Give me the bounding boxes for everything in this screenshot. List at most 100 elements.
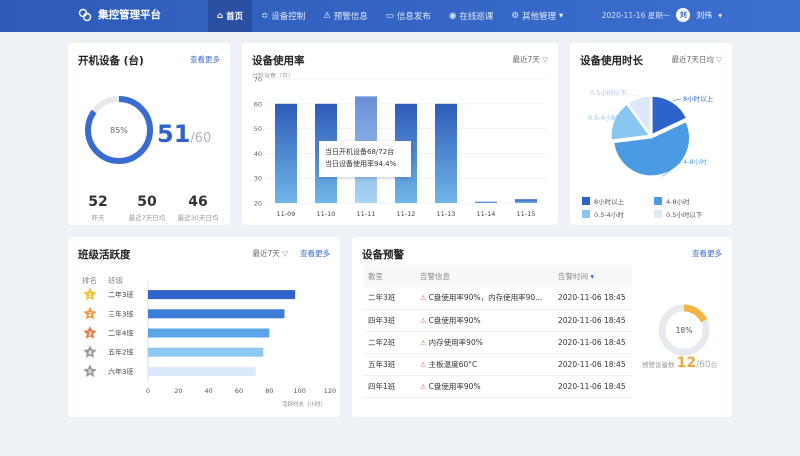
legend-label: 0.5-4小时	[594, 211, 624, 219]
tooltip-line-1: 当日开机设备68/72台	[325, 148, 395, 156]
alarm-time: 2020-11-06 18:45	[554, 287, 632, 310]
y-tick-label: 40	[254, 150, 262, 158]
rank-number: 2	[88, 312, 92, 318]
x-tick-label: 11-13	[437, 210, 456, 218]
rank-number: 3	[88, 331, 92, 337]
alarm-row[interactable]: 五年3班 ⚠ 主板温度60°C 2020-11-06 18:45	[364, 353, 632, 376]
alarm-row[interactable]: 四年1班 ⚠ C盘使用率90% 2020-11-06 18:45	[364, 375, 632, 398]
alarm-time: 2020-11-06 18:45	[554, 353, 632, 376]
filter-icon: ▽	[282, 249, 288, 258]
y-tick-label: 60	[254, 100, 262, 108]
online-count: 51	[157, 120, 190, 148]
gauge-value: 12	[676, 355, 697, 371]
x-axis-label: 活跃时长（小时）	[282, 400, 326, 408]
col-message: 告警信息	[416, 265, 554, 287]
nav-home[interactable]: ⌂ 首页	[208, 0, 253, 32]
sliders-icon: ≎	[261, 11, 269, 21]
brand[interactable]: 集控管理平台	[78, 7, 161, 22]
online-more-link[interactable]: 查看更多	[190, 54, 220, 65]
alarm-row[interactable]: 二年3班 ⚠ C盘使用率90%，内存使用率90... 2020-11-06 18:4…	[364, 287, 632, 310]
alarm-message: ⚠ C盘使用率90%	[416, 375, 554, 398]
x-tick-label: 11-12	[397, 210, 416, 218]
gauge-total: /60	[696, 360, 711, 370]
avatar[interactable]: 刘	[676, 8, 691, 22]
class-activity-bar[interactable]	[148, 328, 270, 338]
class-name-label: 六年3班	[108, 367, 133, 376]
legend-label: 4-8小时	[666, 198, 690, 206]
gear-icon: ⚙	[511, 11, 519, 21]
stat-label: 最近7天日均	[128, 214, 166, 222]
home-icon: ⌂	[217, 11, 224, 21]
col-time-label: 告警时间	[558, 271, 588, 281]
x-tick-label: 0	[146, 387, 150, 395]
usage-bar[interactable]	[435, 103, 457, 203]
usage-bar[interactable]	[275, 103, 297, 203]
filter-icon: ▽	[542, 55, 548, 64]
pie-slice-label: 8小时以上	[683, 94, 714, 103]
nav-warnings-label: 预警信息	[333, 12, 368, 22]
class-name-label: 五年2班	[108, 348, 133, 357]
x-tick-label: 11-09	[277, 210, 296, 218]
header-right: 2020-11-16 星期一 刘 刘伟 ▾	[602, 8, 722, 22]
pie-leader-line	[673, 98, 682, 101]
legend-label: 0.5小时以下	[666, 211, 703, 219]
sort-desc-icon[interactable]: ▾	[590, 272, 594, 281]
legend-item-8h: 8小时以上	[582, 196, 624, 206]
class-activity-bar[interactable]	[148, 309, 285, 319]
caret-down-icon: ▾	[559, 11, 564, 21]
nav-other[interactable]: ⚙ 其他管理 ▾	[502, 0, 572, 32]
alarm-more-link[interactable]: 查看更多	[692, 248, 722, 259]
nav-other-label: 其他管理	[522, 12, 557, 22]
x-tick-label: 11-15	[517, 210, 536, 218]
class-activity-bar-chart: 0 20 40 60 80 100 120 活跃时长（小时） 1 二年3班 2 三年3班 3 二年4班 4 五…	[83, 281, 336, 408]
nav-warnings[interactable]: ⚠ 预警信息	[314, 0, 377, 32]
filter-icon: ▽	[716, 55, 722, 64]
usage-range-filter[interactable]: 最近7天 ▽	[513, 54, 548, 65]
ring-percent: 85%	[110, 126, 128, 135]
alarm-message: ⚠ 内存使用率90%	[416, 331, 554, 354]
alarm-message: ⚠ C盘使用率90%，内存使用率90...	[416, 287, 554, 310]
rank-number: 1	[88, 293, 92, 299]
rank-number: 4	[88, 351, 92, 357]
alarm-message-text: 内存使用率90%	[428, 337, 483, 347]
legend-item-lt-0.5h: 0.5小时以下	[654, 209, 702, 219]
pie-slice-label: 4-8小时	[683, 157, 707, 166]
nav-online-patrol-label: 在线巡课	[459, 12, 494, 22]
alarm-row[interactable]: 四年3班 ⚠ C盘使用率90% 2020-11-06 18:45	[364, 309, 632, 332]
nav-online-patrol[interactable]: ◉ 在线巡课	[440, 0, 502, 32]
warning-icon: ⚠	[420, 294, 427, 303]
rank-number: 5	[88, 370, 92, 376]
alarm-row[interactable]: 二年2班 ⚠ 内存使用率90% 2020-11-06 18:45	[364, 331, 632, 354]
alarm-room: 二年3班	[364, 287, 416, 310]
x-tick-label: 60	[235, 387, 243, 395]
nav-device-control-label: 设备控制	[271, 12, 306, 22]
x-tick-label: 11-10	[317, 210, 336, 218]
user-name[interactable]: 刘伟	[696, 10, 712, 21]
stat-30day: 46 最近30天日均	[172, 194, 224, 222]
main-nav: ⌂ 首页 ≎ 设备控制 ⚠ 预警信息 ▭ 信息发布 ◉ 在线巡课 ⚙ 其他管理 ▾	[208, 0, 572, 32]
class-activity-card: 班级活跃度 最近7天 ▽ 查看更多 排名 班级 0 20 40 60 80 100 120 活…	[68, 237, 340, 417]
x-tick-label: 11-11	[357, 210, 376, 218]
class-activity-bar[interactable]	[148, 290, 296, 300]
alarm-time: 2020-11-06 18:45	[554, 309, 632, 332]
online-total: /60	[190, 131, 211, 146]
filter-label: 最近7天	[512, 55, 540, 64]
col-room: 教室	[364, 265, 416, 287]
class-activity-bar[interactable]	[148, 347, 264, 357]
duration-range-filter[interactable]: 最近7天日均 ▽	[672, 54, 722, 65]
alarm-message-text: C盘使用率90%，内存使用率90...	[428, 293, 543, 303]
col-time[interactable]: 告警时间 ▾	[554, 265, 632, 287]
usage-bar[interactable]	[475, 201, 497, 203]
y-tick-label: 20	[254, 200, 262, 208]
nav-device-control[interactable]: ≎ 设备控制	[252, 0, 314, 32]
class-range-filter[interactable]: 最近7天 ▽	[253, 248, 288, 259]
class-more-link[interactable]: 查看更多	[300, 248, 330, 259]
nav-publish[interactable]: ▭ 信息发布	[377, 0, 440, 32]
legend-item-4-8h: 4-8小时	[654, 196, 690, 206]
usage-bar[interactable]	[515, 199, 537, 203]
logo-icon	[78, 8, 92, 21]
class-name-label: 二年4班	[108, 329, 133, 338]
caret-down-icon[interactable]: ▾	[718, 11, 722, 20]
usage-tooltip: 当日开机设备68/72台 当日设备使用率94.4%	[319, 141, 411, 177]
class-activity-bar[interactable]	[148, 366, 256, 376]
